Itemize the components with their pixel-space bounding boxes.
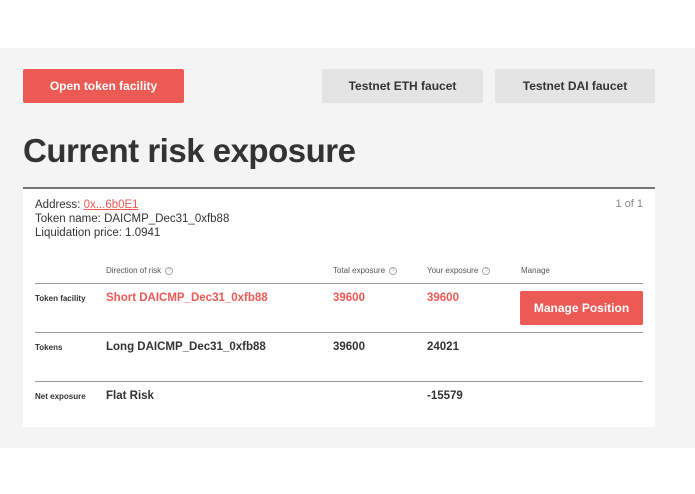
net-exposure-direction: Flat Risk (106, 390, 154, 402)
header-direction-of-risk: Direction of risk ? (106, 266, 174, 275)
liquidation-price-value: 1.0941 (125, 227, 161, 239)
address-link[interactable]: 0x...6b0E1 (84, 199, 139, 211)
header-total-exposure: Total exposure ? (333, 266, 398, 275)
testnet-dai-faucet-button[interactable]: Testnet DAI faucet (495, 69, 655, 103)
header-manage-label: Manage (521, 266, 550, 275)
table-divider (35, 283, 643, 284)
header-manage: Manage (521, 266, 550, 275)
tokens-total-exposure: 39600 (333, 341, 365, 353)
address-label: Address: (35, 199, 81, 211)
token-name-label: Token name: (35, 213, 101, 225)
table-divider (35, 381, 643, 382)
row-label-net-exposure: Net exposure (35, 392, 86, 401)
help-icon[interactable]: ? (389, 266, 398, 275)
help-icon[interactable]: ? (482, 266, 491, 275)
liquidation-price-label: Liquidation price: (35, 227, 122, 239)
row-label-tokens: Tokens (35, 343, 63, 352)
token-facility-total-exposure: 39600 (333, 292, 365, 304)
help-icon[interactable]: ? (165, 266, 174, 275)
header-your-exposure: Your exposure ? (427, 266, 491, 275)
risk-exposure-card: Address: 0x...6b0E1 Token name: DAICMP_D… (23, 187, 655, 427)
header-yours-label: Your exposure (427, 266, 479, 275)
manage-position-button[interactable]: Manage Position (520, 291, 643, 325)
token-name-line: Token name: DAICMP_Dec31_0xfb88 (35, 212, 229, 226)
token-facility-your-exposure: 39600 (427, 292, 459, 304)
header-total-label: Total exposure (333, 266, 386, 275)
testnet-eth-faucet-button[interactable]: Testnet ETH faucet (322, 69, 483, 103)
open-token-facility-button[interactable]: Open token facility (23, 69, 184, 103)
row-label-token-facility: Token facility (35, 294, 86, 303)
header-direction-label: Direction of risk (106, 266, 162, 275)
tokens-direction: Long DAICMP_Dec31_0xfb88 (106, 341, 266, 353)
pagination-indicator: 1 of 1 (615, 198, 643, 210)
net-exposure-your-exposure: -15579 (427, 390, 463, 402)
token-name-value: DAICMP_Dec31_0xfb88 (104, 213, 230, 225)
table-divider (35, 332, 643, 333)
liquidation-price-line: Liquidation price: 1.0941 (35, 226, 229, 240)
page-title: Current risk exposure (23, 132, 356, 169)
address-line: Address: 0x...6b0E1 (35, 198, 229, 212)
position-summary: Address: 0x...6b0E1 Token name: DAICMP_D… (35, 198, 229, 240)
token-facility-direction: Short DAICMP_Dec31_0xfb88 (106, 292, 268, 304)
tokens-your-exposure: 24021 (427, 341, 459, 353)
